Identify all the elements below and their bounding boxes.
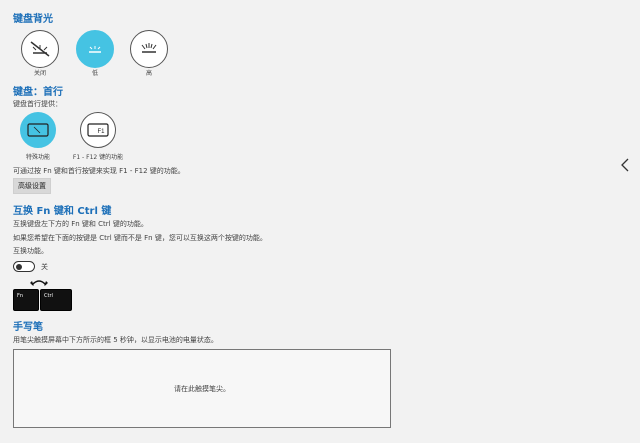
f1-f12-label: F1 - F12 键的功能 bbox=[72, 154, 124, 161]
fn-key-label: Fn bbox=[17, 293, 24, 299]
backlight-title: 键盘背光 bbox=[13, 14, 53, 25]
pen-title: 手写笔 bbox=[13, 322, 43, 333]
special-function-option[interactable] bbox=[20, 112, 56, 148]
top-row-subtitle: 键盘首行提供： bbox=[13, 100, 62, 108]
backlight-high-label: 高 bbox=[145, 70, 152, 77]
special-function-icon bbox=[27, 123, 49, 137]
swap-toggle-state: 关 bbox=[41, 263, 48, 271]
swap-toggle[interactable] bbox=[13, 261, 35, 272]
pen-touch-pad[interactable]: 请在此触摸笔尖。 bbox=[13, 349, 391, 428]
f1-key-text: F1 bbox=[97, 129, 105, 135]
backlight-off-option[interactable] bbox=[21, 30, 59, 68]
f1-f12-option[interactable]: F1 bbox=[80, 112, 116, 148]
backlight-low-icon bbox=[89, 46, 101, 53]
f1-key-icon: F1 bbox=[87, 123, 109, 137]
swap-line2: 如果您希望在下面的按键是 Ctrl 键而不是 Fn 键，您可以互换这两个按键的功… bbox=[13, 234, 267, 242]
backlight-high-icon bbox=[141, 43, 157, 53]
advanced-settings-button[interactable]: 高级设置 bbox=[13, 178, 51, 194]
swap-arrows-icon bbox=[30, 280, 48, 286]
swap-line1: 互换键盘左下方的 Fn 键和 Ctrl 键的功能。 bbox=[13, 220, 148, 228]
special-function-label: 特殊功能 bbox=[25, 154, 50, 161]
toggle-knob bbox=[16, 263, 22, 270]
chevron-left-icon[interactable] bbox=[620, 158, 630, 172]
pen-description: 用笔尖触摸屏幕中下方所示的框 5 秒钟，以显示电池的电量状态。 bbox=[13, 336, 218, 344]
fn-key: Fn bbox=[13, 289, 39, 311]
backlight-low-label: 低 bbox=[91, 70, 98, 77]
swap-line3: 互换功能。 bbox=[13, 247, 48, 255]
top-row-description: 可通过按 Fn 键和首行按键来实现 F1 - F12 键的功能。 bbox=[13, 167, 185, 175]
pen-pad-text: 请在此触摸笔尖。 bbox=[174, 384, 230, 393]
ctrl-key-label: Ctrl bbox=[44, 293, 53, 299]
backlight-off-label: 关闭 bbox=[33, 70, 46, 77]
backlight-off-icon bbox=[30, 41, 50, 57]
backlight-high-option[interactable] bbox=[130, 30, 168, 68]
backlight-low-option[interactable] bbox=[76, 30, 114, 68]
top-row-title: 键盘：首行 bbox=[13, 87, 63, 98]
swap-title: 互换 Fn 键和 Ctrl 键 bbox=[13, 206, 112, 217]
ctrl-key: Ctrl bbox=[40, 289, 72, 311]
